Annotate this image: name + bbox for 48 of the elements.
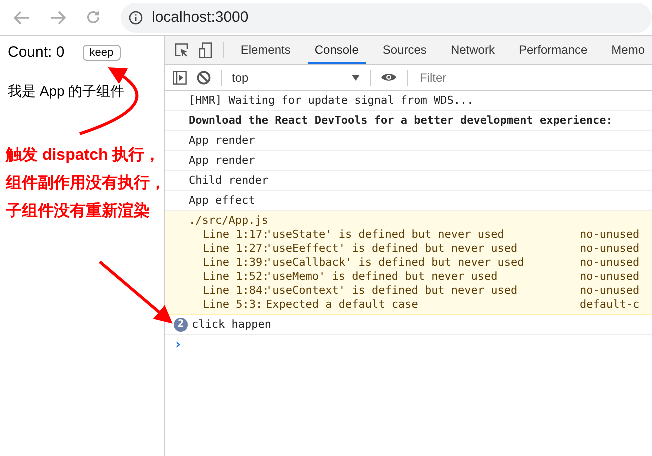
devtools-tab[interactable]: Elements xyxy=(234,36,298,64)
rule-name: no-unused xyxy=(580,242,640,256)
warning-text: 'useEeffect' is defined but never used xyxy=(266,242,519,256)
warning-location: Line 5:3: xyxy=(203,298,264,312)
devtools-tab[interactable]: Memo xyxy=(604,36,652,64)
console-message: click happen xyxy=(192,317,272,333)
console-message: App effect xyxy=(189,194,256,207)
child-text: 我是 App 的子组件 xyxy=(8,83,126,101)
rule-name: no-unused xyxy=(580,228,640,242)
address-bar[interactable]: localhost:3000 xyxy=(121,2,652,32)
warning-location: Line 1:39: xyxy=(203,256,266,270)
dropdown-caret-icon xyxy=(352,74,360,80)
rule-name: no-unused xyxy=(580,256,640,270)
sidebar-toggle-icon[interactable] xyxy=(173,70,187,84)
devtools-tab[interactable]: Sources xyxy=(376,36,434,64)
console-message: [HMR] Waiting for update signal from WDS... xyxy=(189,94,474,107)
keep-button[interactable]: keep xyxy=(82,44,121,60)
annotation-text: 触发 dispatch 执行， 组件副作用没有执行， 子组件没有重新渲染 xyxy=(6,146,166,222)
warning-file: ./src/App.js xyxy=(189,214,270,228)
console-message: Child render xyxy=(189,174,268,187)
warning-text: 'useCallback' is defined but never used xyxy=(266,256,526,270)
url-text: localhost:3000 xyxy=(152,9,249,26)
console-message: App render xyxy=(189,134,256,147)
warning-text: 'useState' is defined but never used xyxy=(266,228,506,242)
warning-text: 'useContext' is defined but never used xyxy=(266,284,519,298)
rule-name: no-unused xyxy=(580,270,640,284)
rule-name: default-c xyxy=(580,298,640,312)
rule-name: no-unused xyxy=(580,284,640,298)
console-message: Download the React DevTools for a better development experience: xyxy=(189,114,613,127)
eye-icon[interactable] xyxy=(381,72,397,83)
warning-text: 'useMemo' is defined but never used xyxy=(266,270,499,284)
devtools-tab[interactable]: Console xyxy=(308,36,366,64)
inspect-element-icon[interactable] xyxy=(175,42,190,58)
warning-location: Line 1:52: xyxy=(203,270,266,284)
console-message: App render xyxy=(189,154,256,167)
warning-location: Line 1:84: xyxy=(203,284,266,298)
info-icon xyxy=(129,10,143,24)
warning-text: Expected a default case xyxy=(266,298,420,312)
console-prompt[interactable]: › xyxy=(174,337,182,353)
device-toolbar-icon[interactable] xyxy=(199,42,213,58)
warning-location: Line 1:27: xyxy=(203,242,266,256)
devtools-tab[interactable]: Network xyxy=(444,36,502,64)
context-select[interactable]: top xyxy=(232,70,360,84)
clear-console-icon[interactable] xyxy=(197,70,211,84)
warning-location: Line 1:17: xyxy=(203,228,266,242)
count-label: Count: 0 xyxy=(8,44,65,61)
repeat-count-badge: 2 xyxy=(174,318,188,332)
devtools-tab[interactable]: Performance xyxy=(512,36,595,64)
